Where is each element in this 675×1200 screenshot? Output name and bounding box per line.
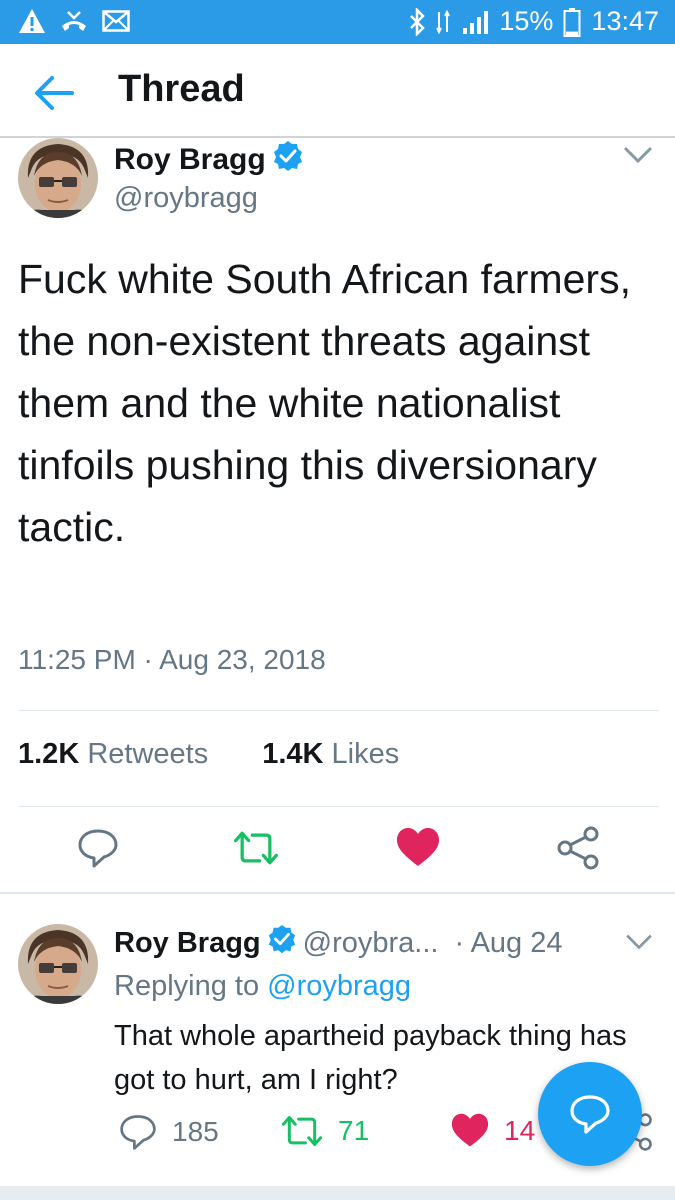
avatar[interactable] xyxy=(18,138,98,218)
retweets-count: 1.2K xyxy=(18,738,80,770)
clock: 13:47 xyxy=(591,6,659,36)
reply-date[interactable]: · Aug 24 xyxy=(454,927,562,960)
heart-icon xyxy=(451,1113,489,1147)
author-handle[interactable]: @roybra... xyxy=(303,927,439,960)
replying-to: Replying to @roybragg xyxy=(114,970,411,1003)
data-icon xyxy=(435,8,451,36)
tweet-stats: 1.2K Retweets 1.4K Likes xyxy=(18,738,399,771)
chevron-down-icon xyxy=(626,934,652,950)
page-title: Thread xyxy=(118,68,245,110)
reply-icon xyxy=(570,1095,610,1134)
bottom-strip xyxy=(0,1186,675,1200)
reply-icon xyxy=(78,829,118,868)
share-button[interactable] xyxy=(554,824,602,872)
mail-icon xyxy=(102,10,130,32)
arrow-left-icon xyxy=(35,76,74,110)
signal-icon xyxy=(461,9,489,35)
author-handle[interactable]: @roybragg xyxy=(114,182,258,215)
divider xyxy=(18,710,658,711)
reply-icon xyxy=(120,1115,156,1150)
replying-mention[interactable]: @roybragg xyxy=(267,970,411,1002)
reply-menu-button[interactable] xyxy=(624,932,654,957)
status-bar: 15% 13:47 xyxy=(0,0,675,44)
compose-reply-button[interactable] xyxy=(538,1062,642,1166)
retweets-stat[interactable]: 1.2K Retweets xyxy=(18,738,208,771)
reply-count: 185 xyxy=(172,1116,219,1147)
retweet-icon xyxy=(281,1115,323,1147)
battery-percent: 15% xyxy=(499,6,554,36)
author-row: Roy Bragg xyxy=(114,140,304,180)
bluetooth-icon xyxy=(409,7,426,36)
like-button[interactable] xyxy=(394,824,442,872)
back-button[interactable] xyxy=(32,70,78,116)
author-name[interactable]: Roy Bragg xyxy=(114,143,266,177)
divider xyxy=(0,892,675,894)
likes-count: 1.4K xyxy=(262,738,324,770)
retweets-label: Retweets xyxy=(87,738,209,770)
tweet-menu-button[interactable] xyxy=(622,144,654,171)
retweet-count: 71 xyxy=(338,1115,370,1146)
status-bar-left xyxy=(18,8,130,34)
retweet-icon xyxy=(234,831,278,865)
author-name[interactable]: Roy Bragg xyxy=(114,927,261,960)
status-bar-right: 15% 13:47 xyxy=(409,6,659,37)
reply-author-row: Roy Bragg @roybra... · Aug 24 xyxy=(114,924,562,962)
warning-icon xyxy=(18,8,46,34)
tweet-actions xyxy=(0,820,675,884)
retweet-button[interactable]: 71 xyxy=(280,1112,369,1150)
reply-button[interactable] xyxy=(74,824,122,872)
like-count: 14 xyxy=(504,1115,536,1146)
like-button[interactable]: 14 xyxy=(450,1112,535,1150)
missed-call-icon xyxy=(60,8,88,34)
avatar[interactable] xyxy=(18,924,98,1004)
likes-label: Likes xyxy=(331,738,400,770)
heart-icon xyxy=(397,828,439,866)
verified-badge-icon xyxy=(272,140,304,180)
app-header: Thread xyxy=(0,44,675,138)
tweet-timestamp[interactable]: 11:25 PM · Aug 23, 2018 xyxy=(18,644,326,676)
verified-badge-icon xyxy=(267,924,297,962)
tweet-text: Fuck white South African farmers, the no… xyxy=(18,256,631,550)
replying-prefix: Replying to xyxy=(114,970,260,1002)
reply-button[interactable]: 185 xyxy=(118,1112,219,1152)
chevron-down-icon xyxy=(623,146,653,164)
divider xyxy=(18,806,658,807)
battery-icon xyxy=(563,7,581,37)
likes-stat[interactable]: 1.4K Likes xyxy=(262,738,399,771)
share-icon xyxy=(557,826,599,870)
retweet-button[interactable] xyxy=(232,824,280,872)
